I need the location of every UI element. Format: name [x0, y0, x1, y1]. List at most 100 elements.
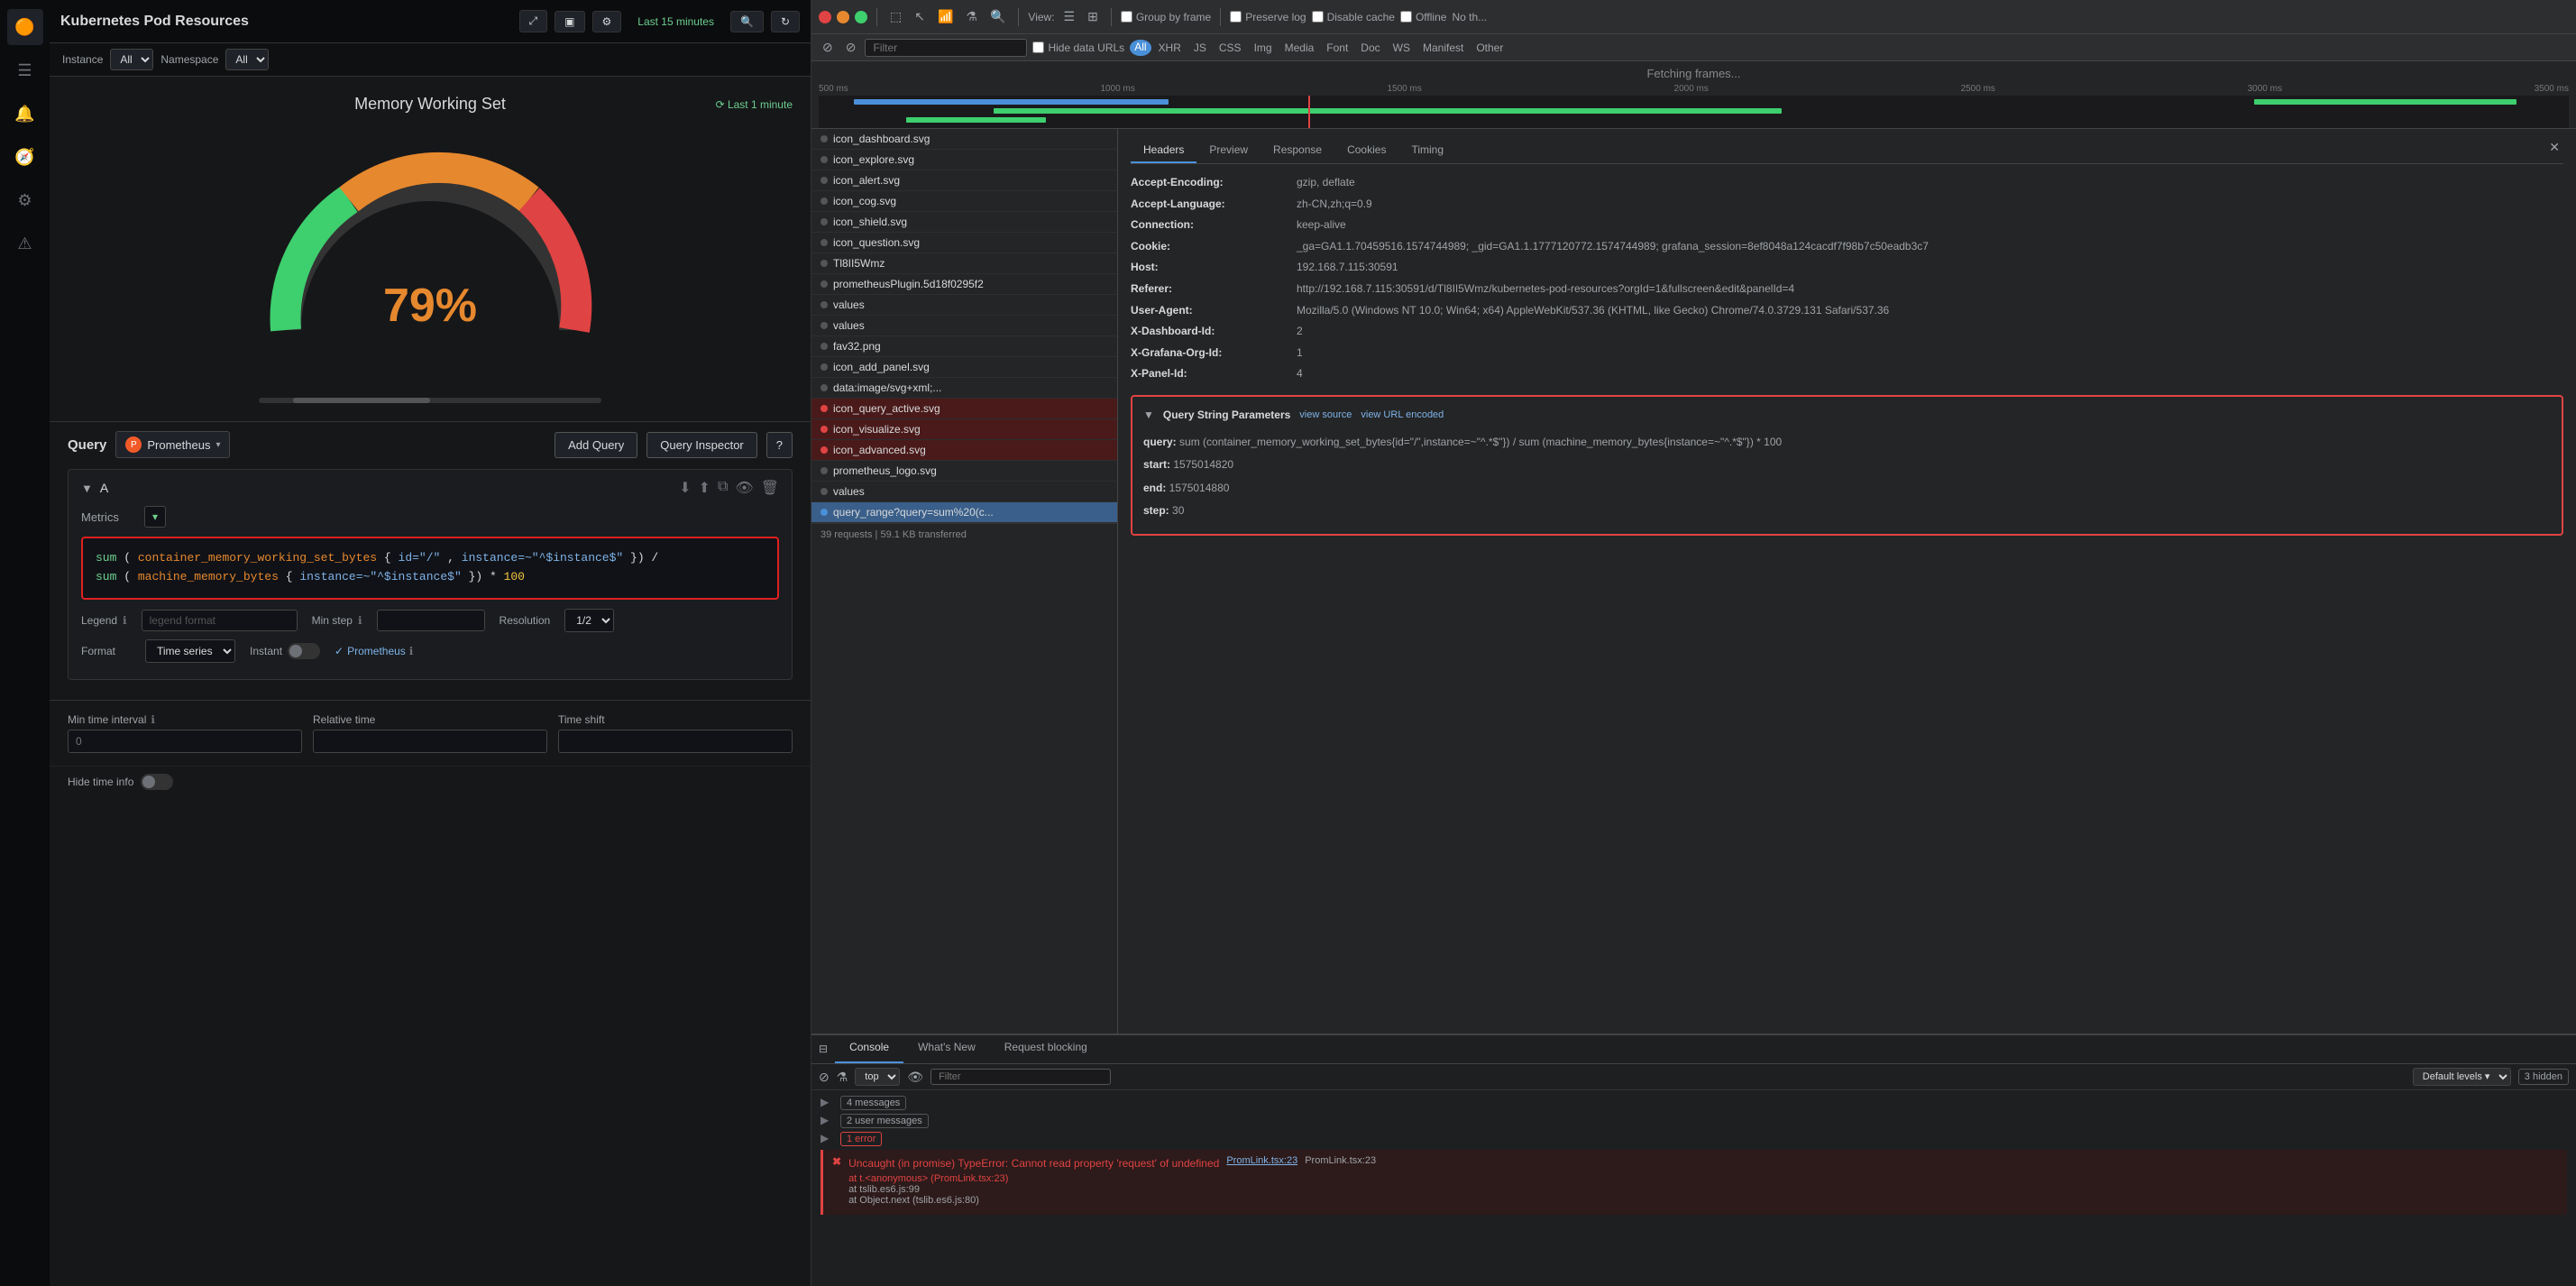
- view-list-icon[interactable]: ☰: [1060, 7, 1079, 26]
- offline-checkbox[interactable]: [1400, 11, 1412, 23]
- close-details-icon[interactable]: ✕: [2545, 138, 2563, 163]
- tab-headers[interactable]: Headers: [1131, 138, 1196, 163]
- view-grid-icon[interactable]: ⊞: [1084, 7, 1102, 26]
- metrics-dropdown[interactable]: ▾: [144, 506, 166, 528]
- min-time-input[interactable]: [68, 730, 302, 753]
- time-range-button[interactable]: Last 15 minutes: [628, 12, 723, 32]
- sidebar-icon-alert[interactable]: 🔔: [7, 96, 43, 132]
- gauge-time-link[interactable]: ⟳ Last 1 minute: [716, 98, 793, 111]
- preserve-log-checkbox[interactable]: [1230, 11, 1242, 23]
- instance-select[interactable]: All: [110, 49, 153, 70]
- list-item[interactable]: Tl8II5Wmz: [811, 253, 1117, 274]
- namespace-select[interactable]: All: [225, 49, 269, 70]
- devtools-network-icon[interactable]: 📶: [934, 7, 957, 26]
- time-shift-input[interactable]: 1h: [558, 730, 793, 753]
- filter-css[interactable]: CSS: [1214, 40, 1247, 56]
- search-button[interactable]: 🔍: [730, 11, 764, 32]
- relative-time-input[interactable]: 1m: [313, 730, 547, 753]
- tab-timing[interactable]: Timing: [1398, 138, 1456, 163]
- list-item[interactable]: fav32.png: [811, 336, 1117, 357]
- filter-img[interactable]: Img: [1249, 40, 1278, 56]
- add-query-button[interactable]: Add Query: [555, 432, 637, 458]
- list-item[interactable]: values: [811, 295, 1117, 316]
- list-item[interactable]: values: [811, 482, 1117, 502]
- legend-info-icon[interactable]: ℹ: [123, 614, 127, 627]
- hide-data-urls-checkbox[interactable]: [1032, 41, 1044, 53]
- list-item[interactable]: icon_explore.svg: [811, 150, 1117, 170]
- devtools-pointer-icon[interactable]: ↖: [911, 7, 929, 26]
- filter-ws[interactable]: WS: [1388, 40, 1416, 56]
- console-filter-input[interactable]: [930, 1069, 1111, 1085]
- filter-manifest[interactable]: Manifest: [1417, 40, 1469, 56]
- filter-js[interactable]: JS: [1188, 40, 1212, 56]
- list-item[interactable]: prometheusPlugin.5d18f0295f2: [811, 274, 1117, 295]
- list-item[interactable]: icon_question.svg: [811, 233, 1117, 253]
- resolution-select[interactable]: 1/2: [564, 609, 614, 632]
- list-item[interactable]: icon_visualize.svg: [811, 419, 1117, 440]
- list-item[interactable]: icon_add_panel.svg: [811, 357, 1117, 378]
- group-by-frame-checkbox[interactable]: [1121, 11, 1132, 23]
- list-item[interactable]: data:image/svg+xml;...: [811, 378, 1117, 399]
- console-tab-blocking[interactable]: Request blocking: [990, 1035, 1102, 1063]
- offline-label[interactable]: Offline: [1400, 11, 1446, 23]
- sidebar-icon-explore[interactable]: 🧭: [7, 139, 43, 175]
- disable-cache-checkbox[interactable]: [1312, 11, 1324, 23]
- copy-icon[interactable]: ⧉: [718, 479, 728, 497]
- expand-icon[interactable]: ▶: [820, 1132, 833, 1144]
- code-editor[interactable]: sum ( container_memory_working_set_bytes…: [81, 537, 779, 600]
- stop-icon[interactable]: ⊘: [842, 38, 860, 57]
- eye-console-icon[interactable]: 👁: [907, 1070, 923, 1085]
- devtools-filter-icon[interactable]: ⚗: [962, 7, 981, 26]
- top-frame-select[interactable]: top: [855, 1068, 900, 1086]
- maximize-circle[interactable]: [855, 11, 867, 23]
- expand-button[interactable]: ⤢: [519, 10, 548, 32]
- clear-console-icon[interactable]: ⊘: [819, 1070, 830, 1085]
- tab-preview[interactable]: Preview: [1196, 138, 1260, 163]
- devtools-elements-icon[interactable]: ⬚: [886, 7, 905, 26]
- prometheus-info-icon[interactable]: ℹ: [409, 645, 414, 657]
- sidebar-icon-warning[interactable]: ⚠: [7, 225, 43, 262]
- group-by-frame-label[interactable]: Group by frame: [1121, 11, 1211, 23]
- promlink-ref[interactable]: PromLink.tsx:23: [1226, 1155, 1297, 1166]
- help-button[interactable]: ?: [766, 432, 793, 458]
- qsp-view-source[interactable]: view source: [1299, 407, 1352, 425]
- upload-icon[interactable]: ⬆: [699, 479, 710, 497]
- datasource-selector[interactable]: P Prometheus ▾: [115, 431, 230, 458]
- console-dock-icon[interactable]: ⊟: [811, 1035, 835, 1063]
- hide-time-toggle[interactable]: [141, 774, 173, 790]
- close-circle[interactable]: [819, 11, 831, 23]
- hide-data-urls-label[interactable]: Hide data URLs: [1032, 41, 1124, 54]
- settings-button[interactable]: ⚙: [592, 11, 622, 32]
- list-item[interactable]: icon_query_active.svg: [811, 399, 1117, 419]
- tab-cookies[interactable]: Cookies: [1334, 138, 1398, 163]
- eye-icon[interactable]: 👁: [735, 479, 753, 497]
- list-item[interactable]: icon_dashboard.svg: [811, 129, 1117, 150]
- sidebar-icon-menu[interactable]: ☰: [7, 52, 43, 88]
- filter-xhr[interactable]: XHR: [1153, 40, 1187, 56]
- qsp-collapse-icon[interactable]: ▼: [1143, 406, 1154, 426]
- list-item[interactable]: icon_shield.svg: [811, 212, 1117, 233]
- minimize-circle[interactable]: [837, 11, 849, 23]
- sidebar-icon-logo[interactable]: 🟠: [7, 9, 43, 45]
- filter-other[interactable]: Other: [1471, 40, 1508, 56]
- refresh-button[interactable]: ↻: [771, 11, 800, 32]
- tv-button[interactable]: ▣: [555, 11, 584, 32]
- sidebar-icon-settings[interactable]: ⚙: [7, 182, 43, 218]
- list-item[interactable]: prometheus_logo.svg: [811, 461, 1117, 482]
- filter-input[interactable]: [865, 39, 1027, 57]
- filter-all[interactable]: All: [1130, 40, 1150, 56]
- collapse-icon[interactable]: ▼: [81, 482, 93, 495]
- delete-icon[interactable]: 🗑: [761, 479, 779, 497]
- filter-font[interactable]: Font: [1321, 40, 1353, 56]
- devtools-search-icon[interactable]: 🔍: [986, 7, 1009, 26]
- level-select[interactable]: Default levels ▾: [2413, 1068, 2511, 1086]
- format-select[interactable]: Time series: [145, 639, 235, 663]
- list-item[interactable]: icon_advanced.svg: [811, 440, 1117, 461]
- timeline-bars[interactable]: [819, 96, 2569, 128]
- console-tab-console[interactable]: Console: [835, 1035, 903, 1063]
- min-time-info-icon[interactable]: ℹ: [151, 713, 155, 726]
- filter-media[interactable]: Media: [1279, 40, 1320, 56]
- expand-icon[interactable]: ▶: [820, 1114, 833, 1126]
- legend-input[interactable]: [142, 610, 298, 631]
- filter-doc[interactable]: Doc: [1355, 40, 1385, 56]
